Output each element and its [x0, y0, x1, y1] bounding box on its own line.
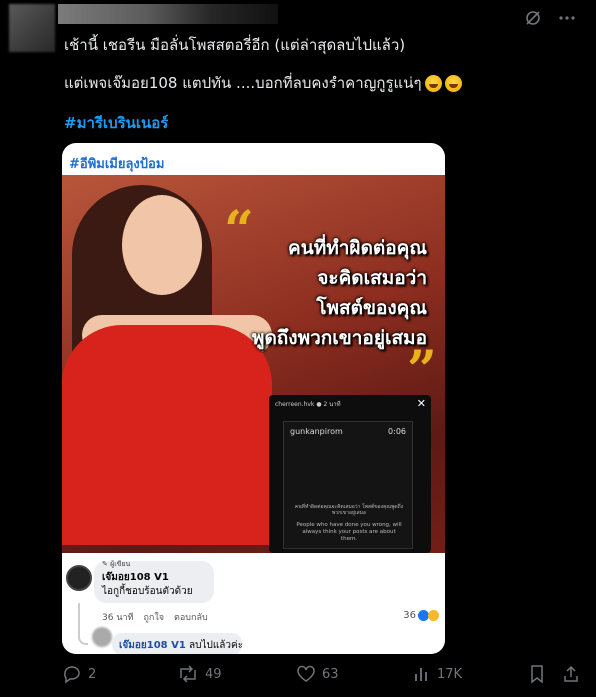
comment-time: 36 นาที [102, 613, 134, 623]
share-icon [562, 664, 580, 684]
photo-red-top [62, 325, 272, 545]
post-text-line2: แต่เพจเจ๊มอย108 แตปทัน ....บอกที่ลบคงรำค… [64, 71, 462, 95]
author-badge-label: ผู้เขียน [110, 560, 131, 568]
post-actions-bar: 2 49 63 17K [0, 664, 596, 690]
avatar[interactable] [9, 4, 55, 52]
reply-count: 2 [88, 666, 97, 682]
views-count: 17K [437, 666, 463, 682]
tears-of-joy-emoji-icon [444, 74, 462, 92]
comment-reactions: 36 [403, 610, 439, 621]
like-icon [296, 664, 316, 684]
repost-icon [177, 664, 199, 684]
photo-face [122, 195, 202, 295]
grinning-sweat-emoji-icon [424, 74, 442, 92]
reaction-count: 36 [403, 610, 416, 621]
comment-author: เจ๊มอย108 V1 [102, 572, 169, 583]
post-text-line2-label: แต่เพจเจ๊มอย108 แตปทัน ....บอกที่ลบคงรำค… [64, 74, 422, 92]
comment-reply-link: ตอบกลับ [174, 613, 208, 623]
repost-button[interactable]: 49 [177, 664, 222, 684]
reply-button[interactable]: 2 [62, 664, 96, 684]
story-thai-caption: คนที่ทำผิดต่อคุณจะคิดเสมอว่า โพสต์ของคุณ… [294, 504, 404, 516]
like-count: 63 [322, 666, 339, 682]
post-text-line1: เช้านี้ เชอรีน มือลั่นโพสสตอรี่อีก (แต่ล… [64, 36, 406, 54]
story-user: gunkanpirom [290, 427, 343, 436]
repost-count: 49 [205, 666, 222, 682]
like-button[interactable]: 63 [296, 664, 339, 684]
reply-thread-line [78, 603, 88, 645]
comment-screenshot: ✎ ผู้เขียน เจ๊มอย108 V1 ไอกูกี้ชอบร้อนตั… [62, 553, 445, 654]
quote-text: คนที่ทำผิดต่อคุณ จะคิดเสมอว่า โพสต์ของคุ… [197, 233, 427, 353]
reply-icon [62, 664, 82, 684]
quote-line: พูดถึงพวกเขาอยู่เสมอ [251, 327, 427, 349]
more-icon[interactable] [558, 9, 576, 27]
reply-text: เจ๊มอย108 V1 ลบไปแล้วค่ะ [119, 638, 243, 653]
views-icon [413, 664, 431, 684]
quote-line: โพสต์ของคุณ [316, 297, 427, 319]
close-icon: ✕ [416, 397, 426, 410]
comment-text: ไอกูกี้ชอบร้อนตัวด้วย [102, 586, 193, 597]
bookmark-icon [528, 664, 546, 684]
views-button[interactable]: 17K [413, 664, 462, 684]
post-top-icons [524, 9, 576, 27]
card-hashtag: #อีพิมเมียลุงป้อม [69, 157, 165, 172]
pencil-icon: ✎ [102, 560, 111, 568]
story-time: 0:06 [388, 427, 406, 436]
haha-reaction-icon [428, 610, 439, 621]
hashtag-link[interactable]: #มารีเบรินเนอร์ [64, 111, 168, 135]
bookmark-button[interactable] [528, 664, 546, 684]
story-video-frame: gunkanpirom 0:06 คนที่ทำผิดต่อคุณจะคิดเส… [283, 421, 413, 549]
reply-author: เจ๊มอย108 V1 [119, 640, 186, 651]
story-english-caption: People who have done you wrong, will alw… [296, 522, 402, 542]
author-name-blurred[interactable] [58, 4, 278, 24]
commenter-avatar [66, 565, 92, 591]
reply-body: ลบไปแล้วค่ะ [188, 640, 244, 651]
author-badge: ✎ ผู้เขียน [102, 559, 130, 570]
share-button[interactable] [562, 664, 580, 684]
reply-avatar [92, 627, 112, 647]
quote-line: คนที่ทำผิดต่อคุณ [288, 237, 427, 259]
quote-line: จะคิดเสมอว่า [317, 267, 427, 289]
comment-meta: 36 นาที ถูกใจ ตอบกลับ [102, 610, 208, 624]
post-image-card[interactable]: #อีพิมเมียลุงป้อม “ ” คนที่ทำผิดต่อคุณ จ… [62, 143, 445, 654]
story-screenshot: cherreen.hvk ● 2 นาที ✕ gunkanpirom 0:06… [269, 395, 431, 553]
grok-icon[interactable] [524, 9, 542, 27]
story-header: cherreen.hvk ● 2 นาที [275, 401, 341, 408]
comment-like-link: ถูกใจ [143, 613, 165, 623]
